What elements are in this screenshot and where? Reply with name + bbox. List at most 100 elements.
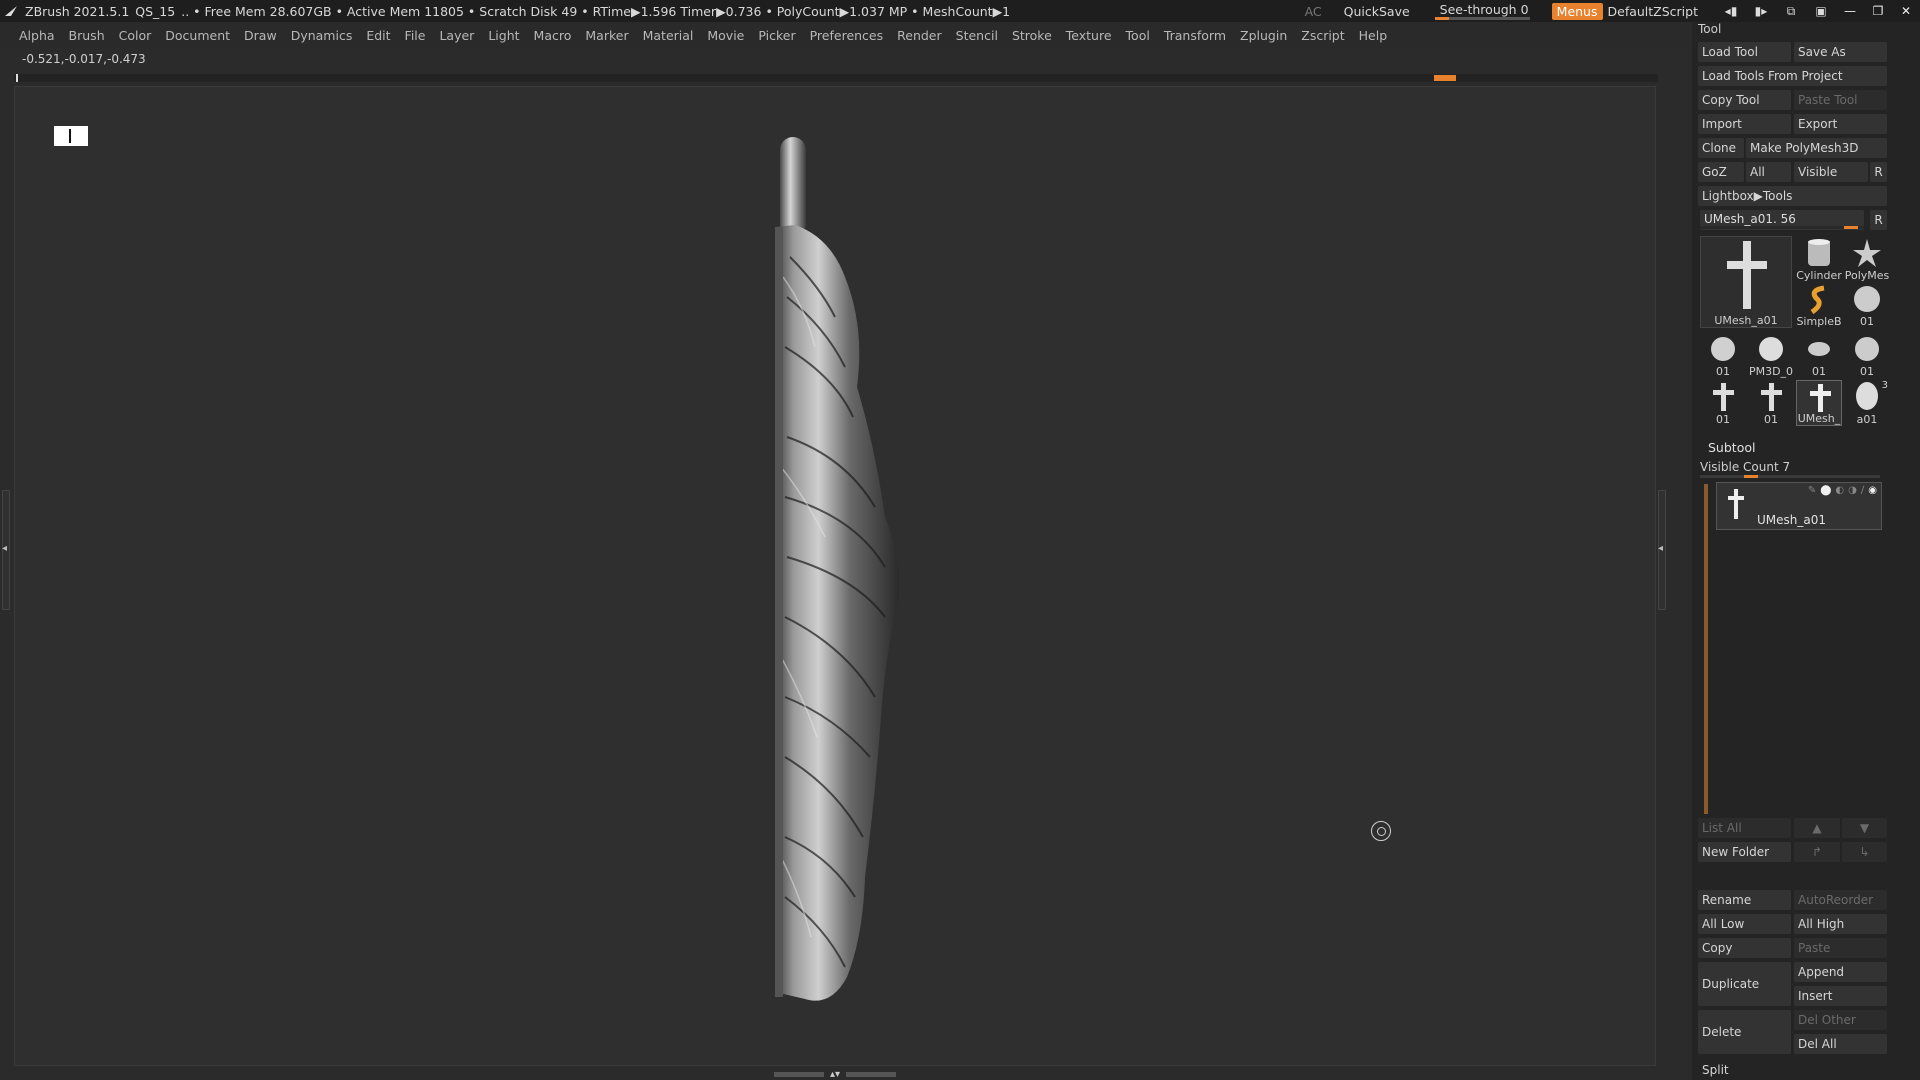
subtool-item[interactable]: ✎ ⬤ ◐ ◑ ∕ ◉ UMesh_a01 (1716, 482, 1882, 530)
menus-toggle-button[interactable]: Menus (1551, 2, 1603, 20)
tool-thumb-07[interactable]: 01 (1796, 332, 1842, 378)
copy-subtool-button[interactable]: Copy (1698, 938, 1791, 958)
copy-tool-button[interactable]: Copy Tool (1698, 90, 1791, 110)
new-folder-button[interactable]: New Folder (1698, 842, 1791, 862)
menu-dynamics[interactable]: Dynamics (291, 28, 353, 43)
default-zscript-button[interactable]: DefaultZScript (1608, 4, 1699, 19)
load-tool-button[interactable]: Load Tool (1698, 42, 1791, 62)
ac-button[interactable]: AC (1305, 4, 1322, 19)
menu-help[interactable]: Help (1359, 28, 1388, 43)
clone-button[interactable]: Clone (1698, 138, 1744, 158)
see-through-slider[interactable]: See-through 0 (1434, 0, 1530, 22)
menu-transform[interactable]: Transform (1164, 28, 1226, 43)
tool-thumb-10[interactable]: 01 (1748, 380, 1794, 426)
lightbox-tools-button[interactable]: Lightbox▶Tools (1698, 186, 1887, 206)
menu-zplugin[interactable]: Zplugin (1240, 28, 1287, 43)
menu-tool[interactable]: Tool (1126, 28, 1150, 43)
duplicate-button[interactable]: Duplicate (1698, 962, 1791, 1006)
sculpt-model[interactable] (735, 137, 935, 1047)
folder-out-icon[interactable]: ↳ (1842, 842, 1887, 862)
tool-thumb-a01[interactable]: 3 a01 (1844, 380, 1890, 426)
split-section-header[interactable]: Split (1698, 1060, 1791, 1080)
right-tray-handle[interactable]: ◂ (1658, 490, 1666, 610)
menu-render[interactable]: Render (897, 28, 942, 43)
tool-thumb-04[interactable]: 01 (1844, 282, 1890, 328)
autoreorder-button[interactable]: AutoReorder (1794, 890, 1887, 910)
make-polymesh3d-button[interactable]: Make PolyMesh3D (1746, 138, 1887, 158)
tool-thumb-05[interactable]: 01 (1700, 332, 1746, 378)
menu-zscript[interactable]: Zscript (1301, 28, 1344, 43)
append-button[interactable]: Append (1794, 962, 1887, 982)
brush-icon[interactable]: ✎ (1808, 485, 1816, 496)
save-as-button[interactable]: Save As (1794, 42, 1887, 62)
menu-texture[interactable]: Texture (1066, 28, 1112, 43)
menu-preferences[interactable]: Preferences (810, 28, 884, 43)
menu-stroke[interactable]: Stroke (1012, 28, 1052, 43)
ui-icon[interactable]: ▣ (1810, 3, 1832, 19)
tool-thumb-08[interactable]: 01 (1844, 332, 1890, 378)
goz-r-button[interactable]: R (1870, 162, 1887, 182)
folder-in-icon[interactable]: ↱ (1794, 842, 1840, 862)
subtool-title[interactable]: Subtool (1708, 440, 1755, 455)
menu-movie[interactable]: Movie (707, 28, 744, 43)
goz-button[interactable]: GoZ (1698, 162, 1744, 182)
tool-thumb-simplebrush[interactable]: SimpleB (1796, 282, 1842, 328)
goz-visible-button[interactable]: Visible (1794, 162, 1868, 182)
goz-all-button[interactable]: All (1746, 162, 1791, 182)
tray-collapse-icon[interactable]: ◂▮ (1720, 3, 1742, 19)
export-button[interactable]: Export (1794, 114, 1887, 134)
tray-expand-icon[interactable]: ▮▸ (1750, 3, 1772, 19)
menu-light[interactable]: Light (488, 28, 519, 43)
menu-layer[interactable]: Layer (439, 28, 474, 43)
restore-icon[interactable]: ❐ (1864, 4, 1892, 18)
quicksave-button[interactable]: QuickSave (1344, 4, 1410, 19)
bottom-tray-handle[interactable]: ▴▾ (770, 1068, 900, 1080)
navigation-minimap[interactable] (54, 126, 88, 146)
layout-icon[interactable]: ⧉ (1780, 3, 1802, 19)
menu-file[interactable]: File (405, 28, 426, 43)
polypaint-icon[interactable]: ◐ (1835, 485, 1844, 496)
timeline-slider[interactable] (14, 74, 1658, 82)
tool-r-button[interactable]: R (1870, 210, 1887, 230)
tool-thumb-cylinder[interactable]: Cylinder (1796, 236, 1842, 282)
menu-stencil[interactable]: Stencil (956, 28, 998, 43)
visible-count-slider[interactable]: Visible Count 7 (1700, 460, 1880, 478)
menu-alpha[interactable]: Alpha (19, 28, 55, 43)
tool-thumb-pm3d[interactable]: PM3D_0 (1748, 332, 1794, 378)
paste-tool-button[interactable]: Paste Tool (1794, 90, 1887, 110)
menu-document[interactable]: Document (165, 28, 230, 43)
menu-picker[interactable]: Picker (758, 28, 795, 43)
eye-icon[interactable]: ◉ (1868, 485, 1877, 496)
close-icon[interactable]: ✕ (1892, 4, 1920, 18)
dynamesh-toggle-icon[interactable]: ⬤ (1820, 485, 1831, 496)
canvas-viewport[interactable] (14, 86, 1656, 1066)
del-other-button[interactable]: Del Other (1794, 1010, 1887, 1030)
move-down-arrow-icon[interactable]: ▼ (1842, 818, 1887, 838)
menu-macro[interactable]: Macro (534, 28, 572, 43)
delete-button[interactable]: Delete (1698, 1010, 1791, 1054)
subtool-scrollbar[interactable] (1704, 484, 1708, 814)
tool-thumb-polymesh[interactable]: PolyMes (1844, 236, 1890, 282)
menu-color[interactable]: Color (119, 28, 152, 43)
left-tray-handle[interactable]: ◂ (2, 490, 10, 610)
move-up-arrow-icon[interactable]: ▲ (1794, 818, 1840, 838)
import-button[interactable]: Import (1698, 114, 1791, 134)
current-tool-slider[interactable]: UMesh_a01. 56 (1700, 210, 1864, 230)
tool-thumb-09[interactable]: 01 (1700, 380, 1746, 426)
menu-edit[interactable]: Edit (366, 28, 390, 43)
load-tools-from-project-button[interactable]: Load Tools From Project (1698, 66, 1887, 86)
tool-thumb-umesh-selected[interactable]: UMesh_ (1796, 380, 1842, 426)
menu-material[interactable]: Material (643, 28, 694, 43)
minimize-icon[interactable]: — (1836, 4, 1864, 18)
pen-icon[interactable]: ∕ (1861, 485, 1864, 496)
menu-brush[interactable]: Brush (69, 28, 105, 43)
tool-thumb-umesh[interactable]: UMesh_a01 (1700, 236, 1792, 328)
rename-button[interactable]: Rename (1698, 890, 1791, 910)
del-all-button[interactable]: Del All (1794, 1034, 1887, 1054)
all-high-button[interactable]: All High (1794, 914, 1887, 934)
paste-subtool-button[interactable]: Paste (1794, 938, 1887, 958)
all-low-button[interactable]: All Low (1698, 914, 1791, 934)
timeline-knob[interactable] (1434, 75, 1456, 81)
material-icon[interactable]: ◑ (1848, 485, 1857, 496)
menu-draw[interactable]: Draw (244, 28, 277, 43)
